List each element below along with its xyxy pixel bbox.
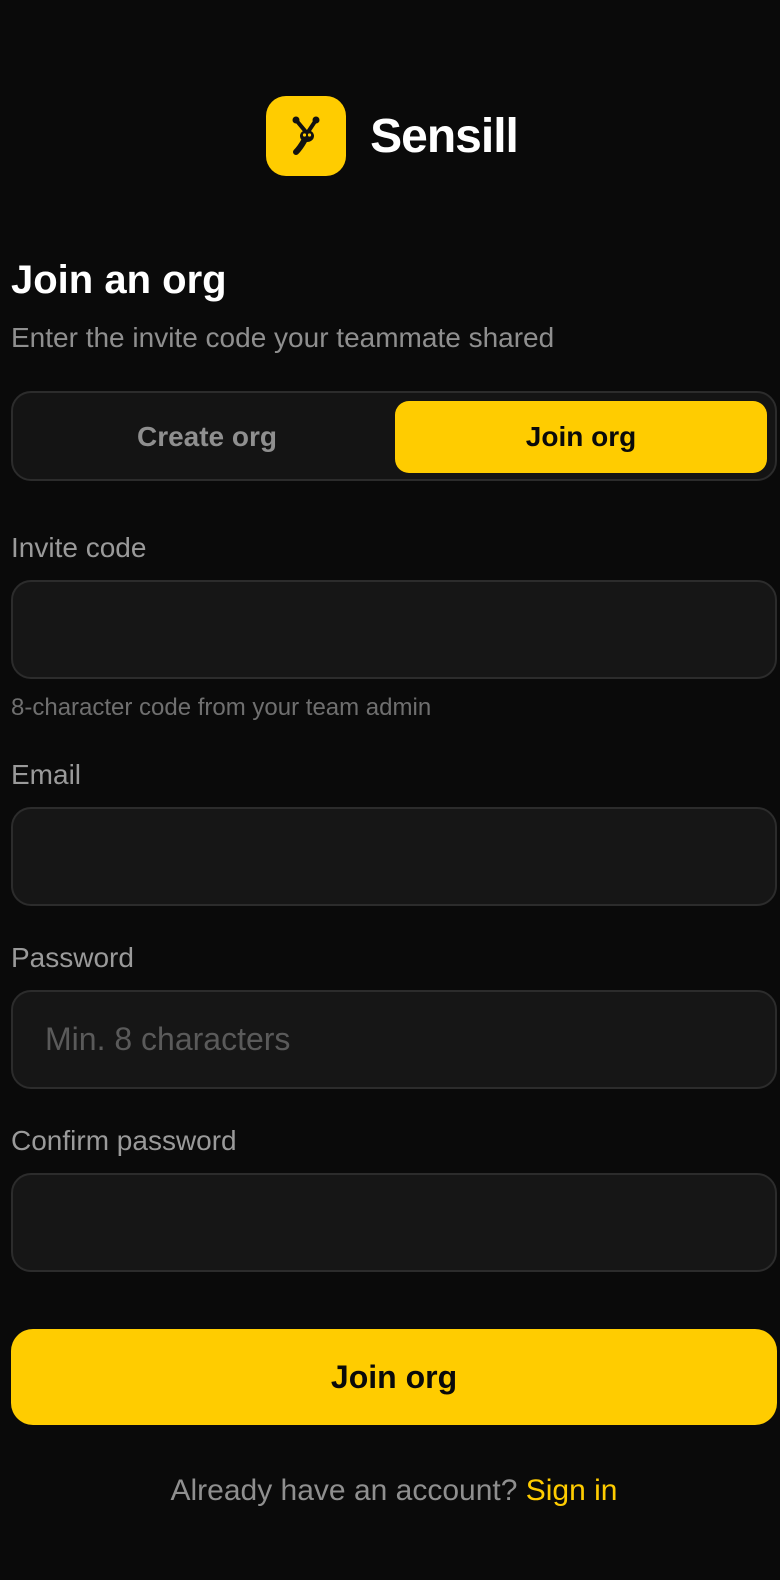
- invite-code-input[interactable]: [11, 580, 777, 679]
- brand-lockup: Sensill: [266, 96, 519, 176]
- mode-toggle: Create org Join org: [11, 391, 777, 481]
- confirm-password-label: Confirm password: [11, 1125, 237, 1156]
- invite-code-label: Invite code: [11, 532, 147, 563]
- password-label: Password: [11, 942, 134, 973]
- password-field[interactable]: [11, 990, 777, 1089]
- sign-in-link[interactable]: Sign in: [526, 1474, 618, 1507]
- join-org-button[interactable]: Join org: [11, 1329, 777, 1425]
- confirm-password-field[interactable]: [11, 1173, 777, 1272]
- brand-name: Sensill: [370, 109, 519, 163]
- create-org-tab[interactable]: Create org: [21, 401, 393, 473]
- signin-prompt: Already have an account? Sign in: [11, 1474, 777, 1508]
- invite-code-hint: 8-character code from your team admin: [11, 694, 432, 721]
- page-subtitle: Enter the invite code your teammate shar…: [11, 322, 555, 353]
- insect-antenna-icon: [266, 96, 347, 176]
- join-org-tab[interactable]: Join org: [395, 401, 767, 473]
- email-field[interactable]: [11, 807, 777, 906]
- email-label: Email: [11, 759, 82, 790]
- brand-header: Sensill: [0, 96, 780, 176]
- logo-glyph: [292, 116, 320, 155]
- signin-prompt-text: Already have an account?: [170, 1474, 518, 1507]
- page-title: Join an org: [11, 258, 227, 302]
